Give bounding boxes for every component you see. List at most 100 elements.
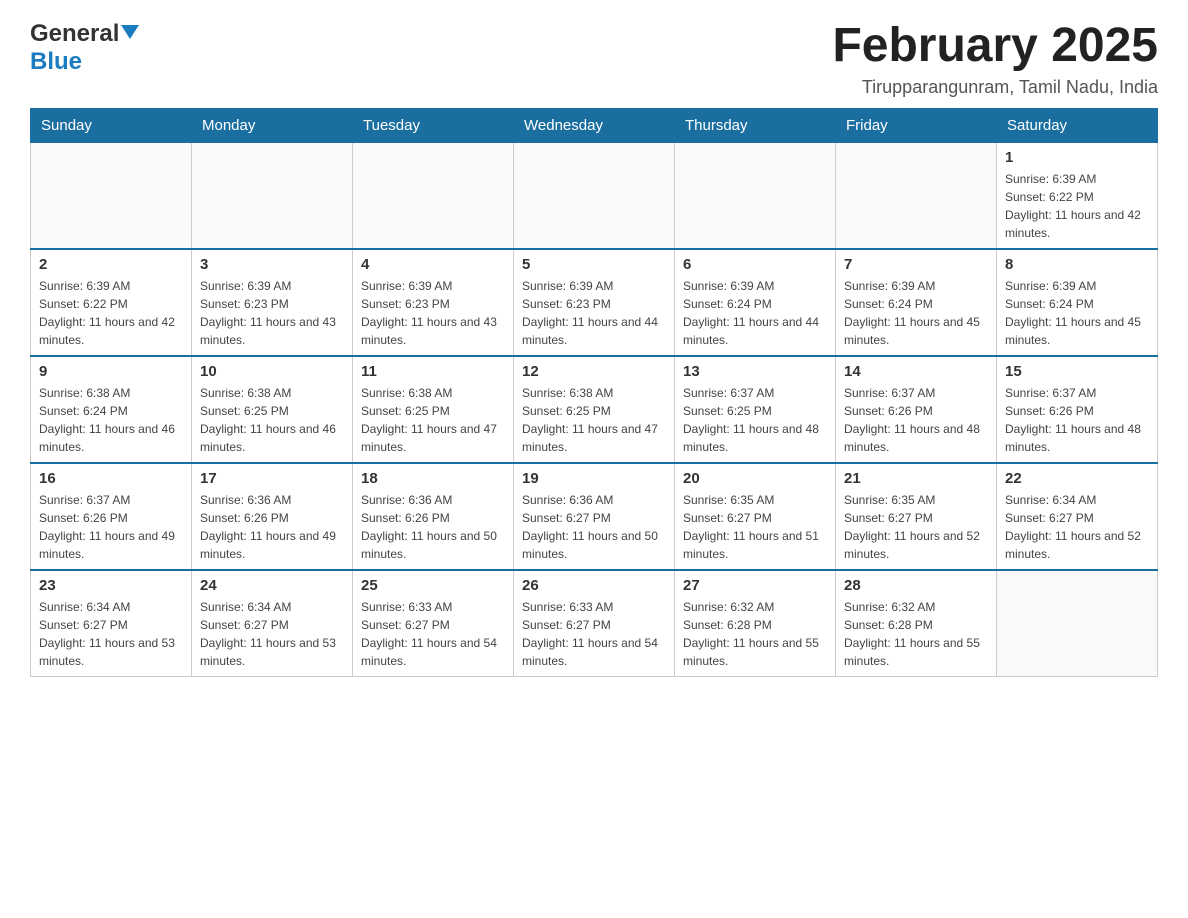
day-info: Sunrise: 6:34 AM Sunset: 6:27 PM Dayligh… bbox=[1005, 491, 1149, 563]
day-number: 20 bbox=[683, 470, 827, 487]
calendar-cell: 22 Sunrise: 6:34 AM Sunset: 6:27 PM Dayli… bbox=[997, 463, 1158, 570]
day-header-sunday: Sunday bbox=[31, 108, 192, 142]
day-info: Sunrise: 6:37 AM Sunset: 6:26 PM Dayligh… bbox=[1005, 384, 1149, 456]
day-header-thursday: Thursday bbox=[675, 108, 836, 142]
day-info: Sunrise: 6:39 AM Sunset: 6:23 PM Dayligh… bbox=[200, 277, 344, 349]
calendar-cell bbox=[997, 570, 1158, 677]
day-header-monday: Monday bbox=[192, 108, 353, 142]
day-number: 5 bbox=[522, 256, 666, 273]
calendar-cell: 12 Sunrise: 6:38 AM Sunset: 6:25 PM Dayli… bbox=[514, 356, 675, 463]
day-header-tuesday: Tuesday bbox=[353, 108, 514, 142]
week-row-2: 2 Sunrise: 6:39 AM Sunset: 6:22 PM Daylig… bbox=[31, 249, 1158, 356]
calendar-cell bbox=[31, 142, 192, 249]
day-number: 6 bbox=[683, 256, 827, 273]
page-header: General Blue February 2025 Tirupparangun… bbox=[30, 20, 1158, 98]
calendar-cell: 5 Sunrise: 6:39 AM Sunset: 6:23 PM Daylig… bbox=[514, 249, 675, 356]
day-number: 8 bbox=[1005, 256, 1149, 273]
day-info: Sunrise: 6:35 AM Sunset: 6:27 PM Dayligh… bbox=[844, 491, 988, 563]
day-number: 1 bbox=[1005, 149, 1149, 166]
day-info: Sunrise: 6:34 AM Sunset: 6:27 PM Dayligh… bbox=[39, 598, 183, 670]
calendar-cell: 9Sunrise: 6:38 AM Sunset: 6:24 PM Daylig… bbox=[31, 356, 192, 463]
calendar-cell: 24 Sunrise: 6:34 AM Sunset: 6:27 PM Dayli… bbox=[192, 570, 353, 677]
logo-general-text: General bbox=[30, 20, 119, 48]
day-info: Sunrise: 6:37 AM Sunset: 6:26 PM Dayligh… bbox=[39, 491, 183, 563]
day-info: Sunrise: 6:38 AM Sunset: 6:25 PM Dayligh… bbox=[522, 384, 666, 456]
calendar-cell: 6 Sunrise: 6:39 AM Sunset: 6:24 PM Daylig… bbox=[675, 249, 836, 356]
location-text: Tirupparangunram, Tamil Nadu, India bbox=[832, 77, 1158, 98]
calendar-cell: 10 Sunrise: 6:38 AM Sunset: 6:25 PM Dayli… bbox=[192, 356, 353, 463]
day-header-friday: Friday bbox=[836, 108, 997, 142]
calendar-cell bbox=[675, 142, 836, 249]
day-info: Sunrise: 6:39 AM Sunset: 6:22 PM Dayligh… bbox=[1005, 170, 1149, 242]
day-number: 19 bbox=[522, 470, 666, 487]
calendar-cell: 1 Sunrise: 6:39 AM Sunset: 6:22 PM Daylig… bbox=[997, 142, 1158, 249]
day-info: Sunrise: 6:39 AM Sunset: 6:23 PM Dayligh… bbox=[361, 277, 505, 349]
day-info: Sunrise: 6:37 AM Sunset: 6:26 PM Dayligh… bbox=[844, 384, 988, 456]
day-info: Sunrise: 6:36 AM Sunset: 6:26 PM Dayligh… bbox=[200, 491, 344, 563]
day-info: Sunrise: 6:34 AM Sunset: 6:27 PM Dayligh… bbox=[200, 598, 344, 670]
calendar-cell: 2 Sunrise: 6:39 AM Sunset: 6:22 PM Daylig… bbox=[31, 249, 192, 356]
day-number: 4 bbox=[361, 256, 505, 273]
calendar-cell: 18Sunrise: 6:36 AM Sunset: 6:26 PM Dayli… bbox=[353, 463, 514, 570]
day-number: 3 bbox=[200, 256, 344, 273]
calendar-cell: 25 Sunrise: 6:33 AM Sunset: 6:27 PM Dayli… bbox=[353, 570, 514, 677]
calendar-cell: 28 Sunrise: 6:32 AM Sunset: 6:28 PM Dayli… bbox=[836, 570, 997, 677]
calendar-cell: 17 Sunrise: 6:36 AM Sunset: 6:26 PM Dayli… bbox=[192, 463, 353, 570]
day-number: 24 bbox=[200, 577, 344, 594]
calendar-cell: 14 Sunrise: 6:37 AM Sunset: 6:26 PM Dayli… bbox=[836, 356, 997, 463]
day-number: 27 bbox=[683, 577, 827, 594]
day-number: 25 bbox=[361, 577, 505, 594]
day-info: Sunrise: 6:36 AM Sunset: 6:26 PM Dayligh… bbox=[361, 491, 505, 563]
calendar-cell bbox=[192, 142, 353, 249]
day-info: Sunrise: 6:39 AM Sunset: 6:24 PM Dayligh… bbox=[683, 277, 827, 349]
day-info: Sunrise: 6:38 AM Sunset: 6:25 PM Dayligh… bbox=[200, 384, 344, 456]
day-info: Sunrise: 6:33 AM Sunset: 6:27 PM Dayligh… bbox=[522, 598, 666, 670]
calendar-cell: 4 Sunrise: 6:39 AM Sunset: 6:23 PM Daylig… bbox=[353, 249, 514, 356]
day-number: 12 bbox=[522, 363, 666, 380]
title-section: February 2025 Tirupparangunram, Tamil Na… bbox=[832, 20, 1158, 98]
calendar-cell: 16 Sunrise: 6:37 AM Sunset: 6:26 PM Dayli… bbox=[31, 463, 192, 570]
day-number: 16 bbox=[39, 470, 183, 487]
logo: General Blue bbox=[30, 20, 139, 76]
day-info: Sunrise: 6:36 AM Sunset: 6:27 PM Dayligh… bbox=[522, 491, 666, 563]
calendar-cell: 19 Sunrise: 6:36 AM Sunset: 6:27 PM Dayli… bbox=[514, 463, 675, 570]
week-row-5: 23 Sunrise: 6:34 AM Sunset: 6:27 PM Dayli… bbox=[31, 570, 1158, 677]
day-info: Sunrise: 6:32 AM Sunset: 6:28 PM Dayligh… bbox=[844, 598, 988, 670]
day-info: Sunrise: 6:33 AM Sunset: 6:27 PM Dayligh… bbox=[361, 598, 505, 670]
day-info: Sunrise: 6:38 AM Sunset: 6:24 PM Dayligh… bbox=[39, 384, 183, 456]
calendar-cell: 20 Sunrise: 6:35 AM Sunset: 6:27 PM Dayli… bbox=[675, 463, 836, 570]
calendar-table: SundayMondayTuesdayWednesdayThursdayFrid… bbox=[30, 108, 1158, 677]
week-row-4: 16 Sunrise: 6:37 AM Sunset: 6:26 PM Dayli… bbox=[31, 463, 1158, 570]
calendar-cell: 27 Sunrise: 6:32 AM Sunset: 6:28 PM Dayli… bbox=[675, 570, 836, 677]
calendar-cell: 11Sunrise: 6:38 AM Sunset: 6:25 PM Dayli… bbox=[353, 356, 514, 463]
day-number: 14 bbox=[844, 363, 988, 380]
day-header-saturday: Saturday bbox=[997, 108, 1158, 142]
day-number: 26 bbox=[522, 577, 666, 594]
calendar-cell: 21Sunrise: 6:35 AM Sunset: 6:27 PM Dayli… bbox=[836, 463, 997, 570]
day-number: 11 bbox=[361, 363, 505, 380]
day-info: Sunrise: 6:37 AM Sunset: 6:25 PM Dayligh… bbox=[683, 384, 827, 456]
day-number: 22 bbox=[1005, 470, 1149, 487]
day-number: 28 bbox=[844, 577, 988, 594]
calendar-cell: 26 Sunrise: 6:33 AM Sunset: 6:27 PM Dayli… bbox=[514, 570, 675, 677]
logo-arrow-icon bbox=[121, 25, 139, 44]
logo-blue-text: Blue bbox=[30, 48, 82, 75]
day-info: Sunrise: 6:35 AM Sunset: 6:27 PM Dayligh… bbox=[683, 491, 827, 563]
day-info: Sunrise: 6:32 AM Sunset: 6:28 PM Dayligh… bbox=[683, 598, 827, 670]
day-number: 10 bbox=[200, 363, 344, 380]
month-title: February 2025 bbox=[832, 20, 1158, 73]
calendar-cell: 3 Sunrise: 6:39 AM Sunset: 6:23 PM Daylig… bbox=[192, 249, 353, 356]
day-number: 17 bbox=[200, 470, 344, 487]
calendar-cell: 8 Sunrise: 6:39 AM Sunset: 6:24 PM Daylig… bbox=[997, 249, 1158, 356]
calendar-cell bbox=[353, 142, 514, 249]
day-info: Sunrise: 6:39 AM Sunset: 6:23 PM Dayligh… bbox=[522, 277, 666, 349]
calendar-cell: 7Sunrise: 6:39 AM Sunset: 6:24 PM Daylig… bbox=[836, 249, 997, 356]
week-row-3: 9Sunrise: 6:38 AM Sunset: 6:24 PM Daylig… bbox=[31, 356, 1158, 463]
calendar-cell: 13Sunrise: 6:37 AM Sunset: 6:25 PM Dayli… bbox=[675, 356, 836, 463]
day-number: 23 bbox=[39, 577, 183, 594]
day-number: 2 bbox=[39, 256, 183, 273]
day-number: 7 bbox=[844, 256, 988, 273]
day-info: Sunrise: 6:39 AM Sunset: 6:22 PM Dayligh… bbox=[39, 277, 183, 349]
day-info: Sunrise: 6:39 AM Sunset: 6:24 PM Dayligh… bbox=[1005, 277, 1149, 349]
calendar-header-row: SundayMondayTuesdayWednesdayThursdayFrid… bbox=[31, 108, 1158, 142]
